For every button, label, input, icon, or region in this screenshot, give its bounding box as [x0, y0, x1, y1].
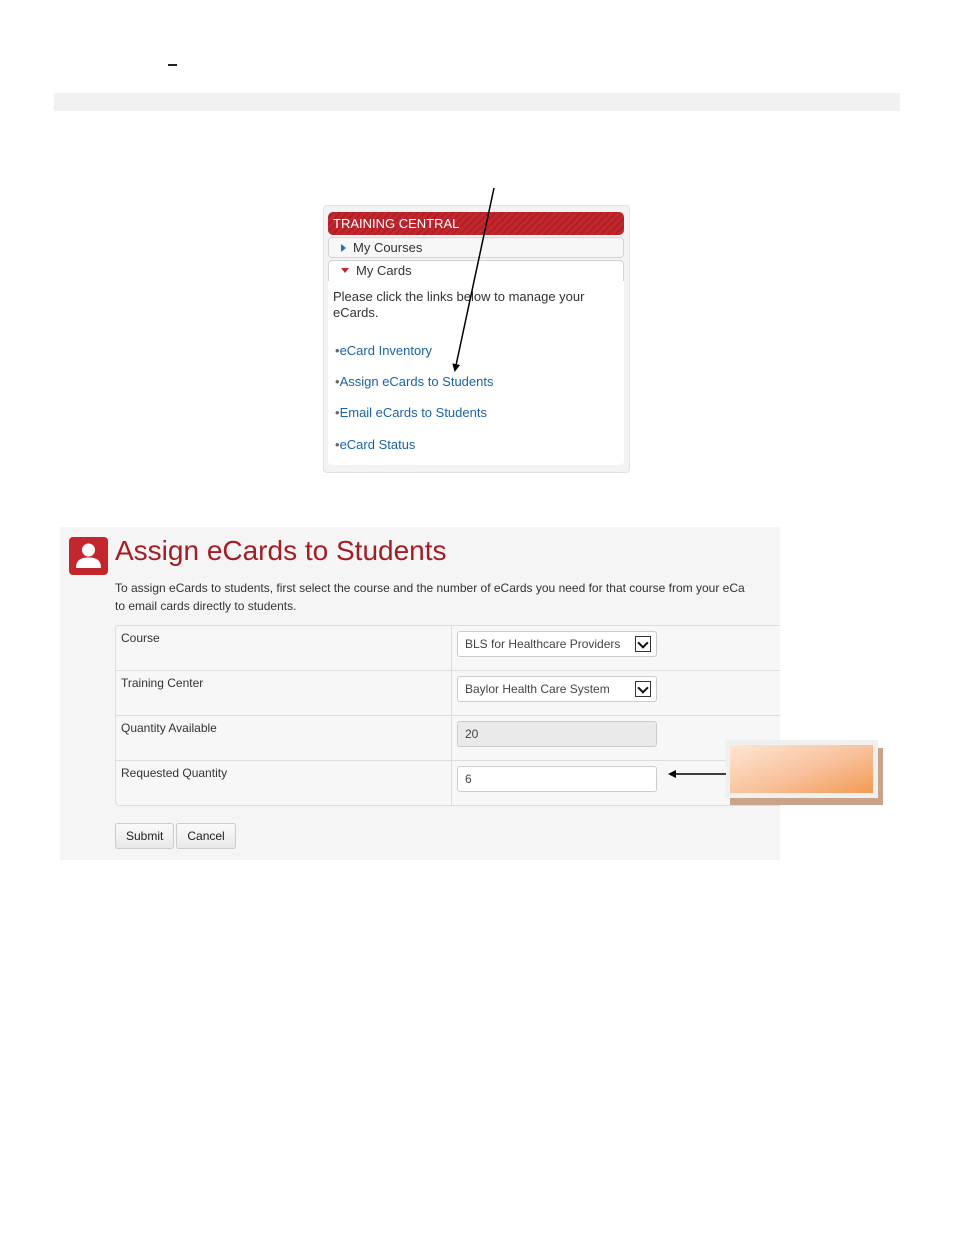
panel-header: TRAINING CENTRAL	[328, 212, 624, 235]
intro-text: Please click the links below to manage y…	[333, 289, 585, 320]
menu-item-my-cards[interactable]: My Cards	[328, 260, 624, 281]
form-actions: Submit Cancel	[115, 823, 238, 849]
triangle-right-icon	[341, 243, 346, 252]
training-center-select[interactable]: Baylor Health Care System	[457, 676, 657, 702]
training-central-panel: TRAINING CENTRAL My Courses My Cards Ple…	[323, 205, 630, 473]
form-row-requested-quantity: Requested Quantity 6	[116, 760, 780, 805]
training-center-label: Training Center	[121, 676, 204, 690]
link-email-ecards[interactable]: •Email eCards to Students	[335, 405, 487, 420]
person-icon	[69, 537, 108, 575]
menu-item-label: My Courses	[353, 240, 423, 255]
callout-box	[725, 740, 878, 798]
course-label: Course	[121, 631, 160, 645]
form-row-course: Course BLS for Healthcare Providers	[116, 626, 780, 670]
quantity-available-label: Quantity Available	[121, 721, 217, 735]
form-row-quantity-available: Quantity Available 20	[116, 715, 780, 760]
chevron-down-icon[interactable]	[635, 681, 651, 697]
assign-form: Course BLS for Healthcare Providers Trai…	[115, 625, 780, 806]
quantity-available-field: 20	[457, 721, 657, 747]
my-cards-body: Please click the links below to manage y…	[328, 281, 624, 465]
submit-button[interactable]: Submit	[115, 823, 175, 849]
course-select[interactable]: BLS for Healthcare Providers	[457, 631, 657, 657]
triangle-down-icon	[341, 268, 349, 274]
dash-mark	[168, 64, 177, 66]
page-description: To assign eCards to students, first sele…	[115, 581, 745, 613]
link-ecard-inventory[interactable]: •eCard Inventory	[335, 343, 432, 358]
form-row-training-center: Training Center Baylor Health Care Syste…	[116, 670, 780, 715]
menu-item-label: My Cards	[356, 263, 412, 278]
link-ecard-status[interactable]: •eCard Status	[335, 437, 415, 452]
section-band	[54, 93, 900, 111]
cancel-button[interactable]: Cancel	[176, 823, 236, 849]
menu-item-my-courses[interactable]: My Courses	[328, 237, 624, 258]
assign-ecards-page: Assign eCards to Students To assign eCar…	[60, 527, 780, 860]
page-title: Assign eCards to Students	[115, 535, 447, 566]
requested-quantity-input[interactable]: 6	[457, 766, 657, 792]
chevron-down-icon[interactable]	[635, 636, 651, 652]
link-assign-ecards[interactable]: •Assign eCards to Students	[335, 374, 493, 389]
requested-quantity-label: Requested Quantity	[121, 766, 228, 780]
